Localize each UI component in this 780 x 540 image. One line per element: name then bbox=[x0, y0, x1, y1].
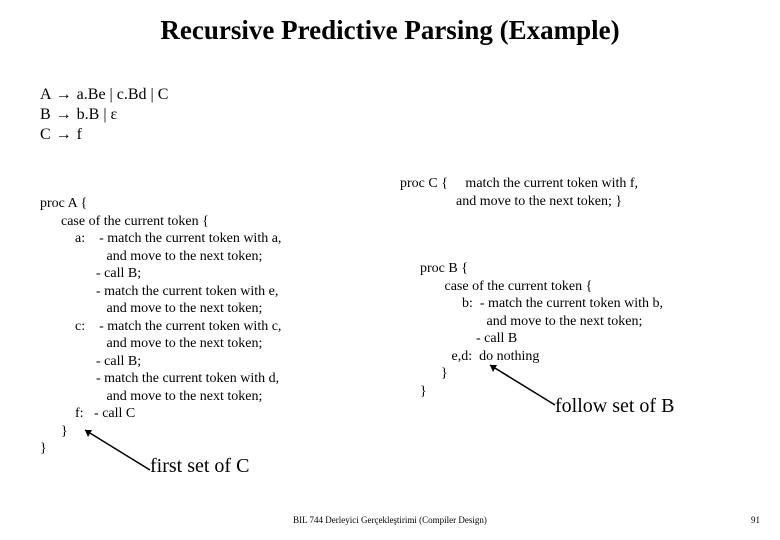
grammar-l1-left: A bbox=[40, 86, 51, 103]
slide: Recursive Predictive Parsing (Example) A… bbox=[0, 0, 780, 540]
proc-a-code: proc A { case of the current token { a: … bbox=[40, 195, 281, 458]
grammar-l3-right: f bbox=[77, 126, 82, 143]
grammar-line-1: A → a.Be | c.Bd | C bbox=[40, 85, 168, 105]
arrow-icon: → bbox=[55, 125, 73, 145]
proc-c-code: proc C { match the current token with f,… bbox=[400, 175, 638, 210]
grammar-line-2: B → b.B | ε bbox=[40, 105, 168, 125]
proc-b-code: proc B { case of the current token { b: … bbox=[420, 260, 663, 400]
grammar-l2-left: B bbox=[40, 106, 51, 123]
grammar-l1-right: a.Be | c.Bd | C bbox=[77, 86, 169, 103]
follow-set-label: follow set of B bbox=[555, 395, 674, 418]
footer-page-number: 91 bbox=[751, 515, 760, 525]
arrow-icon: → bbox=[55, 85, 73, 105]
first-set-label: first set of C bbox=[150, 455, 249, 478]
grammar-l3-left: C bbox=[40, 126, 51, 143]
page-title: Recursive Predictive Parsing (Example) bbox=[0, 15, 780, 46]
footer-center-text: BIL 744 Derleyici Gerçekleştirimi (Compi… bbox=[0, 515, 780, 525]
grammar-line-3: C → f bbox=[40, 125, 168, 145]
grammar-l2-right: b.B | ε bbox=[77, 106, 118, 123]
arrow-icon: → bbox=[55, 105, 73, 125]
grammar-block: A → a.Be | c.Bd | C B → b.B | ε C → f bbox=[40, 85, 168, 145]
